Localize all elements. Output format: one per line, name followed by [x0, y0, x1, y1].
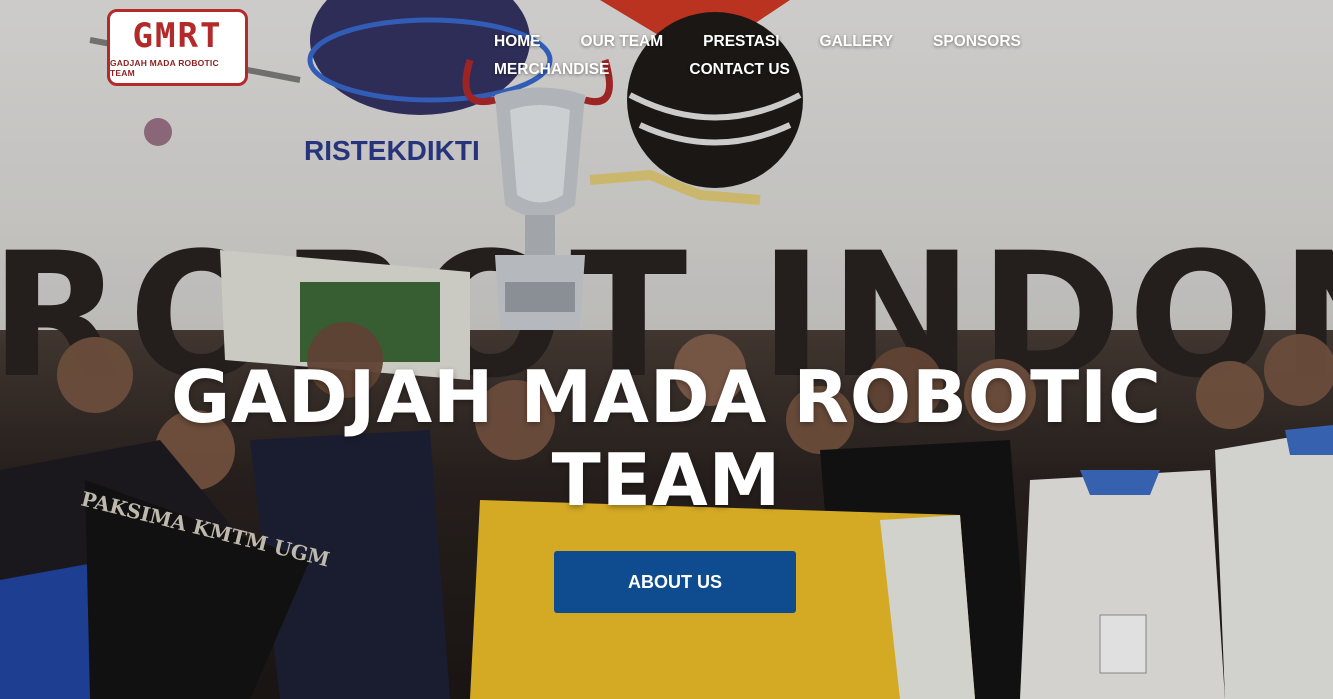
hero-title-line2: TEAM: [551, 438, 782, 522]
nav-item-merchandise[interactable]: MERCHANDISE: [474, 59, 629, 81]
nav-item-sponsors[interactable]: SPONSORS: [913, 31, 1041, 53]
nav-item-our-team[interactable]: OUR TEAM: [561, 31, 684, 53]
site-logo[interactable]: GMRT GADJAH MADA ROBOTIC TEAM: [107, 9, 248, 86]
nav-item-prestasi[interactable]: PRESTASI: [683, 31, 799, 53]
hero-title: GADJAH MADA ROBOTIC TEAM: [0, 356, 1333, 522]
nav-item-contact-us[interactable]: CONTACT US: [669, 59, 809, 81]
main-nav: HOME OUR TEAM PRESTASI GALLERY SPONSORS …: [474, 31, 1194, 81]
logo-mark: GMRT: [132, 15, 223, 56]
nav-item-home[interactable]: HOME: [474, 31, 561, 53]
logo-subtitle: GADJAH MADA ROBOTIC TEAM: [110, 57, 219, 78]
nav-item-gallery[interactable]: GALLERY: [800, 31, 913, 53]
about-us-button[interactable]: ABOUT US: [554, 551, 796, 613]
hero-title-line1: GADJAH MADA ROBOTIC: [171, 355, 1162, 439]
